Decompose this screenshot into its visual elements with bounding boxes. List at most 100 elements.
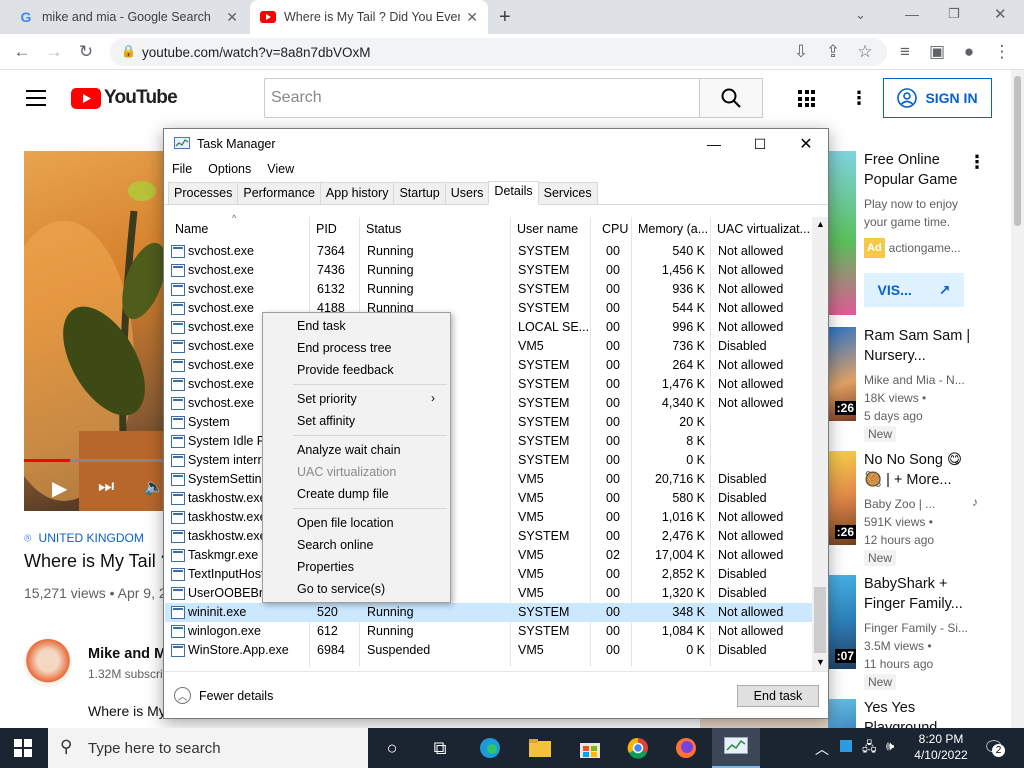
new-tab-button[interactable]: + <box>499 6 511 29</box>
close-icon[interactable]: ✕ <box>466 9 478 26</box>
table-row[interactable]: svchost.exe 7364 Running SYSTEM 00 540 K Not a… <box>165 242 812 261</box>
ad-visit-button[interactable]: VIS... ↗ <box>864 273 964 307</box>
side-panel-icon[interactable]: ▣ <box>925 40 949 64</box>
menu-options[interactable]: Options <box>200 159 259 181</box>
firefox-icon[interactable] <box>671 733 701 763</box>
media-control-icon[interactable]: ≡ <box>893 40 917 64</box>
tab-details[interactable]: Details <box>488 181 539 205</box>
restore-icon[interactable]: ❐ <box>948 6 960 22</box>
reload-icon[interactable]: ↻ <box>74 40 98 64</box>
ad-more-icon[interactable]: ⋮ <box>968 152 986 173</box>
edge-icon[interactable] <box>475 733 505 763</box>
suggestion-thumbnail[interactable]: :26 <box>828 451 856 545</box>
tab-services[interactable]: Services <box>537 182 598 204</box>
tray-app-icon[interactable] <box>840 740 852 752</box>
install-icon[interactable]: ⇩ <box>789 40 813 64</box>
tab-performance[interactable]: Performance <box>237 182 321 204</box>
sign-in-button[interactable]: SIGN IN <box>883 78 992 118</box>
youtube-search-input[interactable]: Search <box>264 78 700 118</box>
table-row[interactable]: wininit.exe 520 Running SYSTEM 00 348 K Not al… <box>165 603 812 622</box>
settings-more-icon[interactable]: ⋮ <box>850 88 868 109</box>
column-header-pid[interactable]: PID <box>316 217 337 241</box>
minimize-icon[interactable]: — <box>905 6 919 22</box>
ad-title[interactable]: Free Online Popular Game <box>864 150 958 190</box>
address-bar[interactable]: 🔒 youtube.com/watch?v=8a8n7dbVOxM <box>110 38 887 66</box>
chrome-icon[interactable] <box>623 733 653 763</box>
task-view-icon[interactable]: ⧉ <box>425 733 455 763</box>
more-menu-icon[interactable]: ⋮ <box>990 40 1014 64</box>
store-icon[interactable] <box>575 733 605 763</box>
menu-file[interactable]: File <box>164 159 200 181</box>
table-row[interactable]: svchost.exe 7436 Running SYSTEM 00 1,456 K Not… <box>165 261 812 280</box>
file-explorer-icon[interactable] <box>525 733 555 763</box>
taskbar-search-input[interactable]: ⚲ Type here to search <box>48 728 368 768</box>
column-header-memory[interactable]: Memory (a... <box>638 217 708 241</box>
location-tag[interactable]: ⌾ UNITED KINGDOM <box>24 531 144 546</box>
menu-view[interactable]: View <box>259 159 302 181</box>
browser-tab-youtube[interactable]: Where is My Tail ? Did You Ever S ✕ <box>250 0 488 34</box>
suggestion-title[interactable]: BabyShark + Finger Family... <box>864 574 963 614</box>
notification-center-icon[interactable]: 🗨 2 <box>983 738 1005 758</box>
ctx-go-to-services[interactable]: Go to service(s) <box>263 578 450 600</box>
tm-maximize-icon[interactable]: ☐ <box>737 129 783 159</box>
windows-start-icon[interactable] <box>14 739 32 757</box>
fewer-details-button[interactable]: ︿ Fewer details <box>174 687 273 704</box>
youtube-search-button[interactable] <box>699 78 763 118</box>
tab-app-history[interactable]: App history <box>319 182 395 204</box>
column-header-status[interactable]: Status <box>366 217 401 241</box>
page-scrollbar-thumb[interactable] <box>1014 76 1021 226</box>
taskbar-clock[interactable]: 8:20 PM 4/10/2022 <box>906 731 976 763</box>
ctx-set-priority[interactable]: Set priority <box>263 388 450 410</box>
forward-icon[interactable]: → <box>42 40 66 64</box>
window-close-icon[interactable]: ✕ <box>994 5 1007 23</box>
tab-startup[interactable]: Startup <box>393 182 446 204</box>
suggestion-thumbnail[interactable] <box>828 699 856 728</box>
tab-processes[interactable]: Processes <box>168 182 239 204</box>
back-icon[interactable]: ← <box>10 40 34 64</box>
share-icon[interactable]: ⇪ <box>821 40 845 64</box>
youtube-logo[interactable]: YouTube <box>71 87 178 109</box>
network-icon[interactable]: 🖧 <box>862 738 877 760</box>
column-header-cpu[interactable]: CPU <box>602 217 628 241</box>
scroll-down-icon[interactable]: ▼ <box>816 657 825 667</box>
suggestion-title[interactable]: No No Song 😋 🥘 | + More... <box>864 450 962 490</box>
close-icon[interactable]: ✕ <box>226 9 238 26</box>
suggestion-thumbnail[interactable]: :26 <box>828 327 856 421</box>
tab-users[interactable]: Users <box>444 182 490 204</box>
process-table-scrollbar[interactable]: ▲ ▼ <box>812 217 828 671</box>
ctx-set-affinity[interactable]: Set affinity <box>263 410 450 432</box>
ctx-provide-feedback[interactable]: Provide feedback <box>263 359 450 381</box>
play-icon[interactable]: ▶ <box>52 476 67 501</box>
scrollbar-thumb[interactable] <box>814 587 826 653</box>
cortana-icon[interactable]: ○ <box>377 733 407 763</box>
end-task-button[interactable]: End task <box>737 685 819 707</box>
taskbar-task-manager-active[interactable] <box>712 728 760 768</box>
column-header-user[interactable]: User name <box>517 217 578 241</box>
ad-thumbnail[interactable] <box>828 151 856 315</box>
scroll-up-icon[interactable]: ▲ <box>816 219 825 229</box>
ctx-end-process-tree[interactable]: End process tree <box>263 337 450 359</box>
channel-avatar[interactable] <box>24 639 72 687</box>
ctx-open-file-location[interactable]: Open file location <box>263 512 450 534</box>
table-row[interactable]: svchost.exe 6132 Running SYSTEM 00 936 K Not a… <box>165 280 812 299</box>
bookmark-star-icon[interactable]: ☆ <box>853 40 877 64</box>
tm-minimize-icon[interactable]: — <box>691 129 737 159</box>
suggestion-title[interactable]: Ram Sam Sam | Nursery... <box>864 326 970 366</box>
system-tray-chevron-icon[interactable]: ︿ <box>815 739 829 759</box>
suggestion-thumbnail[interactable]: :07 <box>828 575 856 669</box>
tm-close-icon[interactable]: ✕ <box>783 129 829 159</box>
volume-icon[interactable]: 🔈 <box>144 477 164 497</box>
hamburger-menu-icon[interactable] <box>26 90 46 106</box>
ctx-properties[interactable]: Properties <box>263 556 450 578</box>
browser-tab-google[interactable]: G mike and mia - Google Search ✕ <box>8 0 248 34</box>
profile-icon[interactable]: ● <box>957 40 981 64</box>
apps-grid-icon[interactable] <box>798 90 815 107</box>
channel-name[interactable]: Mike and Mi <box>88 646 170 662</box>
tab-search-chevron-icon[interactable]: ⌄ <box>855 7 866 23</box>
video-player[interactable]: ▶ ⏭ 🔈 <box>24 151 164 511</box>
ctx-search-online[interactable]: Search online <box>263 534 450 556</box>
page-scrollbar[interactable] <box>1011 70 1024 728</box>
column-header-uac[interactable]: UAC virtualizat... <box>717 217 810 241</box>
volume-icon[interactable]: 🕪 <box>886 738 894 754</box>
table-row[interactable]: winlogon.exe 612 Running SYSTEM 00 1,084 K Not… <box>165 622 812 641</box>
